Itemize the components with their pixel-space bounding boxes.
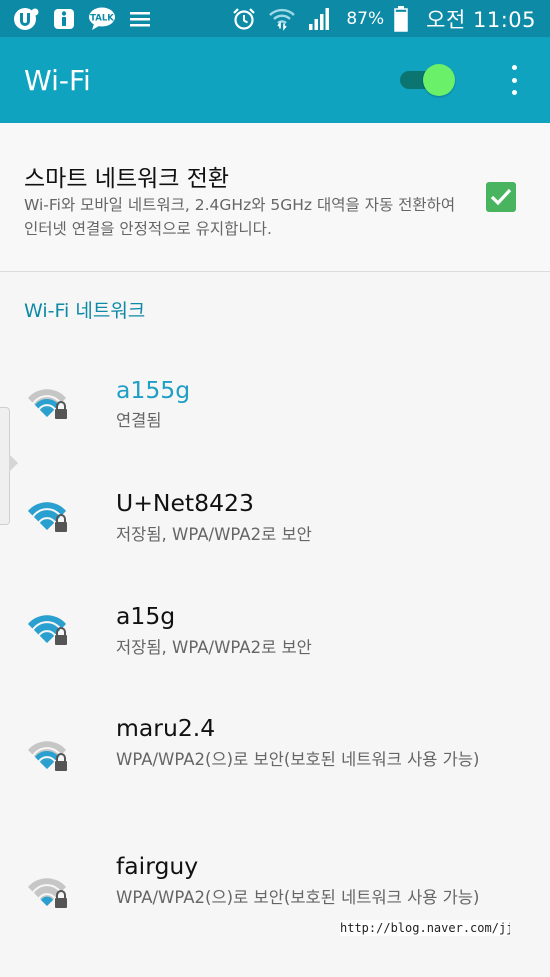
wifi-locked-icon (26, 384, 72, 424)
network-item[interactable]: U+Net8423 저장됨, WPA/WPA2로 보안 (0, 475, 550, 575)
toggle-thumb (423, 64, 455, 96)
uplus-app-icon (12, 7, 40, 31)
smart-network-description: Wi-Fi와 모바일 네트워크, 2.4GHz와 5GHz 대역을 자동 전환하… (24, 196, 456, 238)
network-name: U+Net8423 (116, 489, 254, 517)
network-name: maru2.4 (116, 714, 216, 742)
wifi-locked-icon (26, 610, 72, 650)
blog-watermark: http://blog.naver.com/jjj475174 (340, 920, 510, 936)
network-item[interactable]: a155g 연결됨 (0, 360, 550, 460)
network-item[interactable]: a15g 저장됨, WPA/WPA2로 보안 (0, 588, 550, 688)
network-status: 연결됨 (116, 411, 162, 430)
kakaotalk-icon: TALK (88, 7, 116, 31)
network-item[interactable]: maru2.4 WPA/WPA2(으)로 보안(보호된 네트워크 사용 가능) (0, 700, 550, 820)
alarm-icon (230, 7, 258, 31)
checkmark-icon (490, 188, 512, 206)
smart-network-switch-row[interactable]: 스마트 네트워크 전환 Wi-Fi와 모바일 네트워크, 2.4GHz와 5GH… (0, 123, 550, 272)
system-status-icons: 87% 오전 11:05 (230, 4, 536, 34)
notification-icons: TALK (12, 7, 154, 31)
wifi-status-icon (268, 7, 296, 31)
network-status: 저장됨, WPA/WPA2로 보안 (116, 638, 312, 657)
network-name: fairguy (116, 852, 199, 880)
page-title: Wi-Fi (24, 63, 91, 97)
smart-network-checkbox[interactable] (486, 182, 516, 212)
wifi-toggle-switch[interactable] (398, 62, 458, 98)
kakaotalk-label: TALK (90, 13, 114, 23)
battery-percent: 87% (346, 8, 385, 29)
network-name: a155g (116, 376, 191, 404)
network-name: a15g (116, 602, 176, 630)
network-status: 저장됨, WPA/WPA2로 보안 (116, 525, 312, 544)
battery-icon (394, 5, 408, 32)
wifi-locked-icon (26, 497, 72, 537)
network-item[interactable]: fairguy WPA/WPA2(으)로 보안(보호된 네트워크 사용 가능) (0, 838, 550, 958)
network-status: WPA/WPA2(으)로 보안(보호된 네트워크 사용 가능) (116, 888, 480, 907)
clock-time: 오전 11:05 (426, 7, 536, 32)
info-notification-icon (50, 7, 78, 31)
smart-network-title: 스마트 네트워크 전환 (24, 166, 230, 192)
wifi-locked-icon (26, 873, 72, 913)
signal-icon (306, 7, 334, 31)
status-bar: TALK 87% 오전 11:05 (0, 0, 550, 37)
wifi-networks-header: Wi-Fi 네트워크 (24, 300, 146, 322)
wifi-locked-icon (26, 736, 72, 776)
menu-lines-icon (126, 7, 154, 31)
more-options-icon[interactable] (500, 65, 528, 95)
network-status: WPA/WPA2(으)로 보안(보호된 네트워크 사용 가능) (116, 750, 480, 769)
edge-panel-arrow-icon (9, 454, 18, 472)
app-bar: Wi-Fi (0, 37, 550, 123)
